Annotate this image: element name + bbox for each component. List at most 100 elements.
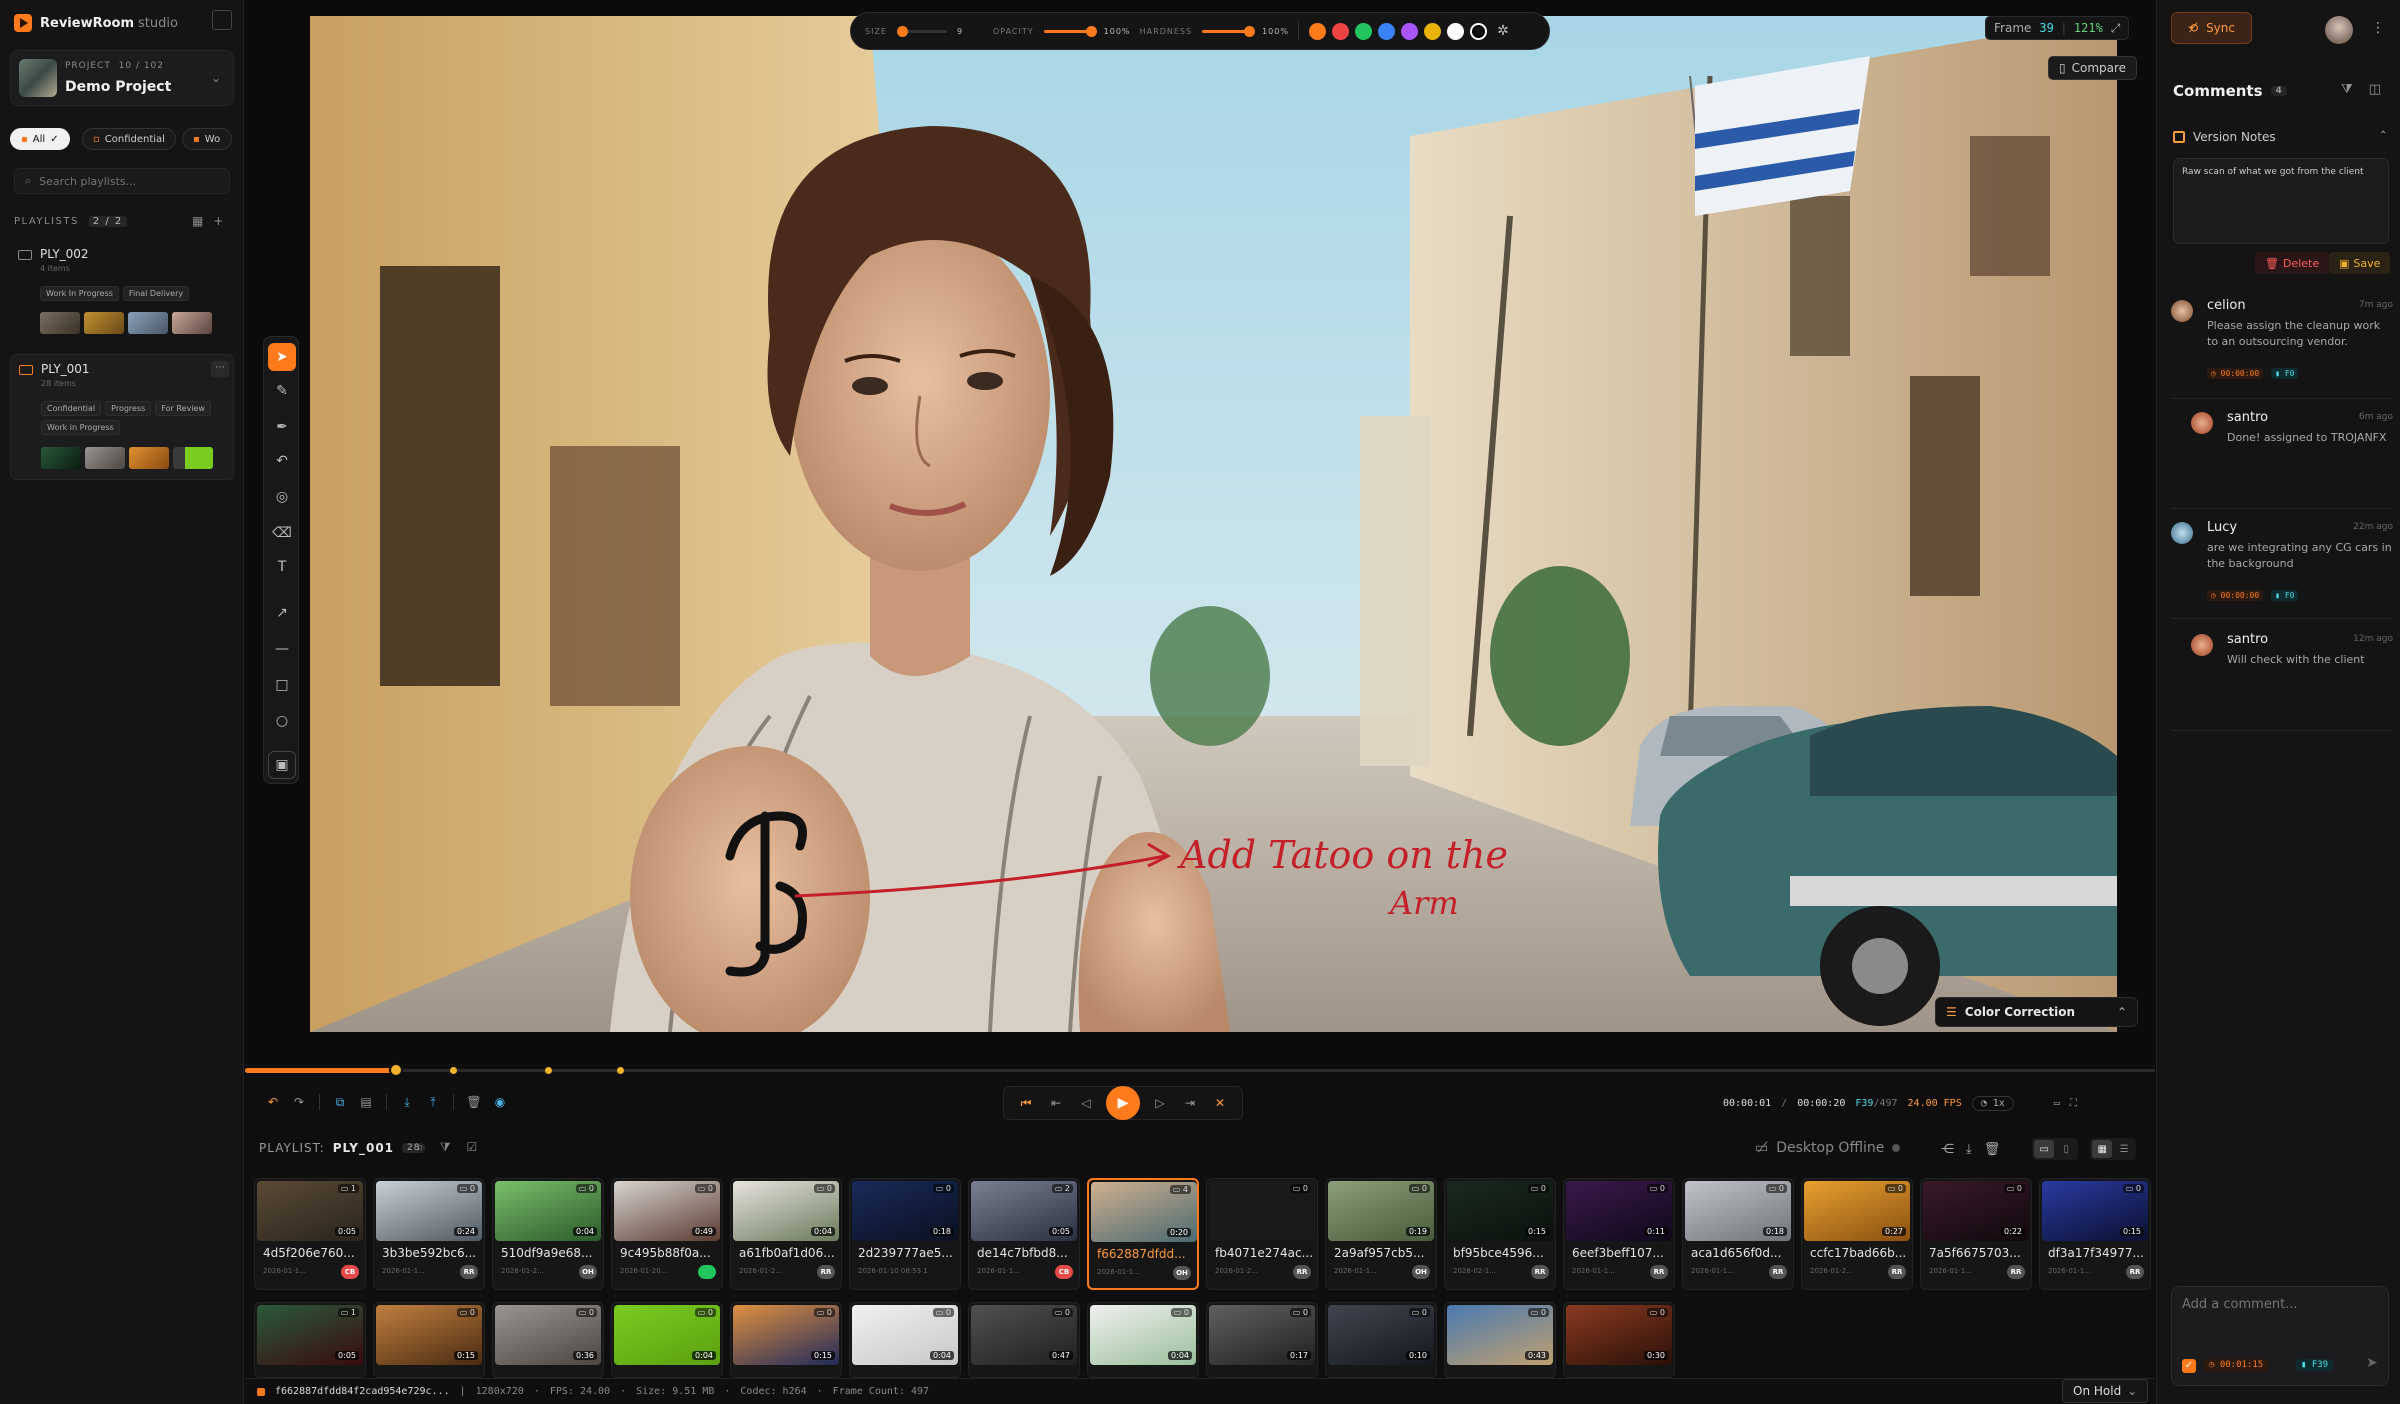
comment-item[interactable]: santro 12m ago Will check with the client bbox=[2171, 632, 2393, 731]
timecode-checkbox[interactable]: ✓ bbox=[2182, 1359, 2196, 1373]
playlist-thumbnail[interactable]: ▭ 0 0:04 a61fb0af1d06... 2026-01-2... RR bbox=[730, 1178, 842, 1290]
color-swatch[interactable] bbox=[1447, 22, 1465, 40]
filter-chip-work[interactable]: ▪ Wo bbox=[182, 128, 232, 150]
trash-icon[interactable]: 🗑 bbox=[464, 1092, 484, 1112]
playlist-thumbnail[interactable]: ▭ 0 0:10 bbox=[1325, 1302, 1437, 1378]
upload-icon[interactable]: ⤒ bbox=[423, 1092, 443, 1112]
settings-icon[interactable]: ✲ bbox=[1497, 23, 1510, 39]
playlist-thumbnail[interactable]: ▭ 0 0:27 ccfc17bad66b... 2026-01-2... RR bbox=[1801, 1178, 1913, 1290]
color-swatch[interactable] bbox=[1355, 22, 1373, 40]
playlist-thumbnail[interactable]: ▭ 0 0:15 df3a17f34977... 2026-01-1... RR bbox=[2039, 1178, 2151, 1290]
project-selector[interactable]: PROJECT 10 / 102 Demo Project ⌄ bbox=[10, 50, 234, 106]
playlist-thumbnail[interactable]: ▭ 0 fb4071e274ac... 2026-01-2... RR bbox=[1206, 1178, 1318, 1290]
playlist-thumbnail[interactable]: ▭ 0 0:36 bbox=[492, 1302, 604, 1378]
playlist-thumbnail[interactable]: ▭ 0 0:43 bbox=[1444, 1302, 1556, 1378]
monitor-icon[interactable]: ▭ bbox=[2054, 1098, 2060, 1109]
comment-item[interactable]: santro 6m ago Done! assigned to TROJANFX bbox=[2171, 410, 2393, 509]
step-forward-icon[interactable]: ▷ bbox=[1150, 1093, 1170, 1113]
focus-tool-icon[interactable]: ◎ bbox=[268, 483, 296, 511]
playlist-thumbnail[interactable]: ▭ 2 0:05 de14c7bfbd8... 2026-01-1... CB bbox=[968, 1178, 1080, 1290]
playlist-thumbnail[interactable]: ▭ 0 0:04 bbox=[849, 1302, 961, 1378]
eye-icon[interactable]: ◉ bbox=[490, 1092, 510, 1112]
playlist-thumbnail[interactable]: ▭ 0 0:04 bbox=[611, 1302, 723, 1378]
playlist-item-ply-001[interactable]: PLY_001 28 items ⋯ Confidential Progress… bbox=[10, 354, 234, 480]
select-all-icon[interactable]: ☑ bbox=[466, 1140, 477, 1155]
eraser-tool-icon[interactable]: ⌫ bbox=[268, 519, 296, 547]
step-back-icon[interactable]: ◁ bbox=[1076, 1093, 1096, 1113]
playlist-thumbnail[interactable]: ▭ 0 0:04 510df9a9e68... 2026-01-2... OH bbox=[492, 1178, 604, 1290]
grid-view-icon[interactable]: ▦ bbox=[192, 214, 203, 228]
curve-tool-icon[interactable]: ↶ bbox=[268, 447, 296, 475]
comment-frame[interactable]: ▮ F0 bbox=[2271, 368, 2299, 379]
playlist-thumbnail[interactable]: ▭ 0 0:18 aca1d656f0d... 2026-01-1... RR bbox=[1682, 1178, 1794, 1290]
color-correction-panel[interactable]: ☰ Color Correction ⌃ bbox=[1935, 997, 2138, 1027]
comment-frame[interactable]: ▮ F0 bbox=[2271, 590, 2299, 601]
undo-icon[interactable]: ↶ bbox=[263, 1092, 283, 1112]
more-icon[interactable]: ⋯ bbox=[211, 361, 229, 377]
mobile-view-icon[interactable]: ▯ bbox=[2056, 1140, 2076, 1158]
playlist-thumbnail[interactable]: ▭ 0 0:24 3b3be592bc6... 2026-01-1... RR bbox=[373, 1178, 485, 1290]
comment-timecode[interactable]: ◷ 00:00:00 bbox=[2207, 590, 2264, 601]
playlist-thumbnail[interactable]: ▭ 0 0:49 9c495b88f0a... 2026-01-20... bbox=[611, 1178, 723, 1290]
add-comment-input[interactable] bbox=[2182, 1297, 2378, 1312]
brand[interactable]: ReviewRoom studio bbox=[14, 10, 178, 36]
playhead-handle[interactable] bbox=[388, 1063, 403, 1077]
comment-item[interactable]: celion 7m ago Please assign the cleanup wo… bbox=[2171, 298, 2393, 399]
sync-button[interactable]: ⟲̸ Sync bbox=[2171, 12, 2252, 44]
loop-icon[interactable]: ✕ bbox=[1210, 1093, 1230, 1113]
chevron-up-icon[interactable]: ⌃ bbox=[2379, 130, 2387, 141]
playlist-thumbnail[interactable]: ▭ 0 0:17 bbox=[1206, 1302, 1318, 1378]
redo-icon[interactable]: ↷ bbox=[289, 1092, 309, 1112]
color-swatch[interactable] bbox=[1378, 22, 1396, 40]
desktop-offline-status[interactable]: ▭̸ Desktop Offline bbox=[1755, 1138, 1901, 1158]
playlist-thumbnail[interactable]: ▭ 0 0:15 bbox=[730, 1302, 842, 1378]
color-swatch[interactable] bbox=[1309, 22, 1327, 40]
playlist-thumbnail[interactable]: ▭ 0 0:04 bbox=[1087, 1302, 1199, 1378]
color-swatch[interactable] bbox=[1332, 22, 1350, 40]
filter-chip-confidential[interactable]: ▫ Confidential bbox=[82, 128, 176, 150]
delete-notes-button[interactable]: 🗑 Delete bbox=[2255, 252, 2330, 274]
filter-chip-all[interactable]: ▪ All ✓ bbox=[10, 128, 70, 150]
playlist-thumbnail[interactable]: ▭ 1 0:05 4d5f206e760... 2026-01-1... CB bbox=[254, 1178, 366, 1290]
playlist-thumbnail[interactable]: ▭ 0 0:19 2a9af957cb5... 2026-01-1... OH bbox=[1325, 1178, 1437, 1290]
arrow-tool-icon[interactable]: ↗ bbox=[268, 599, 296, 627]
compare-button[interactable]: ▯ Compare bbox=[2048, 56, 2138, 80]
video-frame[interactable]: Add Tatoo on the Arm bbox=[310, 16, 2117, 1032]
search-icon[interactable]: ⌕ bbox=[417, 1140, 424, 1155]
playlist-thumbnail[interactable]: ▭ 0 0:22 7a5f6675703... 2026-01-1... RR bbox=[1920, 1178, 2032, 1290]
previous-marker-icon[interactable]: ⇤ bbox=[1046, 1093, 1066, 1113]
download-icon[interactable]: ⤓ bbox=[1966, 1142, 1972, 1157]
filter-icon[interactable]: ⧩ bbox=[2341, 82, 2353, 97]
playlist-thumbnail[interactable]: ▭ 0 0:15 bbox=[373, 1302, 485, 1378]
playlist-thumbnail[interactable]: ▭ 0 0:47 bbox=[968, 1302, 1080, 1378]
image-tool-icon[interactable]: ▣ bbox=[268, 751, 296, 779]
timeline-comment-marker[interactable] bbox=[545, 1067, 552, 1074]
rectangle-tool-icon[interactable]: □ bbox=[268, 671, 296, 699]
trash-icon[interactable]: 🗑 bbox=[1984, 1142, 2001, 1157]
save-notes-button[interactable]: ▣ Save bbox=[2329, 252, 2391, 274]
list-view-icon[interactable]: ☰ bbox=[2114, 1140, 2134, 1158]
playlist-thumbnail[interactable]: ▭ 0 0:11 6eef3beff107... 2026-01-1... RR bbox=[1563, 1178, 1675, 1290]
size-slider[interactable] bbox=[896, 25, 947, 37]
playlist-item-ply-002[interactable]: PLY_002 4 items Work In Progress Final D… bbox=[10, 240, 234, 340]
desktop-view-icon[interactable]: ▭ bbox=[2034, 1140, 2055, 1158]
timeline-scrubber[interactable] bbox=[245, 1063, 2155, 1077]
comment-item[interactable]: Lucy 22m ago are we integrating any CG car… bbox=[2171, 520, 2393, 619]
next-marker-icon[interactable]: ⇥ bbox=[1180, 1093, 1200, 1113]
more-vertical-icon[interactable]: ⋮ bbox=[2371, 20, 2385, 36]
line-tool-icon[interactable]: — bbox=[268, 635, 296, 663]
playlist-thumbnail[interactable]: ▭ 0 0:30 bbox=[1563, 1302, 1675, 1378]
grid-view-icon[interactable]: ▦ bbox=[2092, 1140, 2113, 1158]
color-swatch[interactable] bbox=[1424, 22, 1442, 40]
brush-tool-icon[interactable]: ✎ bbox=[268, 377, 296, 405]
timeline-comment-marker[interactable] bbox=[617, 1067, 624, 1074]
text-tool-icon[interactable]: T bbox=[268, 553, 296, 581]
playlist-thumbnail[interactable]: ▭ 1 0:05 bbox=[254, 1302, 366, 1378]
opacity-slider[interactable] bbox=[1043, 25, 1097, 37]
user-avatar[interactable] bbox=[2325, 16, 2353, 44]
playlist-thumbnail[interactable]: ▭ 0 0:18 2d239777ae5... 2026-01-10 08:53 1.… bbox=[849, 1178, 961, 1290]
timeline-comment-marker[interactable] bbox=[450, 1067, 457, 1074]
expand-icon[interactable]: ⤢ bbox=[2111, 21, 2121, 36]
comment-timecode[interactable]: ◷ 00:00:00 bbox=[2207, 368, 2264, 379]
filter-icon[interactable]: ⧩ bbox=[440, 1140, 451, 1155]
